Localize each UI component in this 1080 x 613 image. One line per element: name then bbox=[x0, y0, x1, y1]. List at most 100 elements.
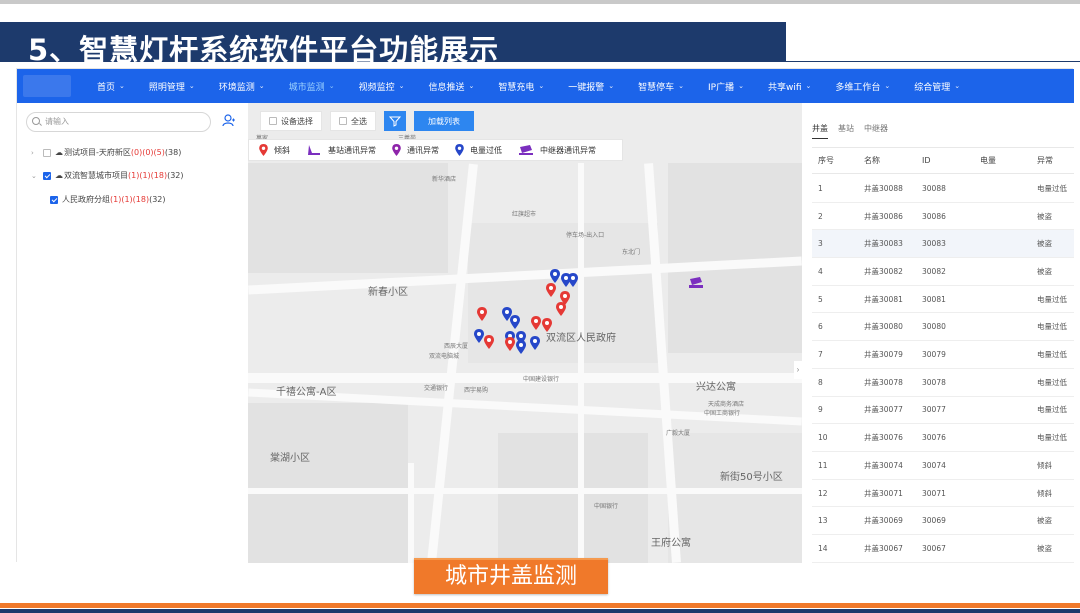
red-pin-icon[interactable] bbox=[531, 316, 541, 330]
table-row[interactable]: 6 井盖30080 30080 电量过低 bbox=[812, 314, 1074, 342]
checkbox[interactable] bbox=[43, 148, 51, 157]
tab-manhole[interactable]: 井盖 bbox=[812, 123, 828, 139]
checkbox-checked[interactable] bbox=[43, 171, 51, 180]
table-cell: 井盖30074 bbox=[864, 460, 903, 470]
table-row[interactable]: 10 井盖30076 30076 电量过低 bbox=[812, 424, 1074, 452]
tree-item-city-project[interactable]: ⌄ ☁ 双流智慧城市项目 (1)(1)(18) (32) bbox=[31, 170, 184, 181]
blue-pin-icon[interactable] bbox=[474, 329, 484, 343]
nav-workbench[interactable]: 多维工作台 ⌄ bbox=[823, 69, 902, 103]
caret-right-icon[interactable]: › bbox=[31, 149, 37, 157]
table-cell: 13 bbox=[818, 516, 828, 526]
table-cell: 30067 bbox=[922, 543, 946, 553]
blue-pin-icon bbox=[455, 144, 464, 156]
table-row[interactable]: 2 井盖30086 30086 被盗 bbox=[812, 203, 1074, 231]
map-block bbox=[498, 433, 648, 563]
table-cell: 1 bbox=[818, 183, 823, 193]
nav-city-monitor[interactable]: 城市监测 ⌄ bbox=[277, 69, 347, 103]
tree-item-test-project[interactable]: › ☁ 测试项目-天府新区 (0)(0)(5) (38) bbox=[31, 147, 181, 158]
nav-wifi[interactable]: 共享wifi ⌄ bbox=[756, 69, 823, 103]
blue-pin-icon[interactable] bbox=[516, 340, 526, 354]
table-cell: 30078 bbox=[922, 377, 946, 387]
nav-alarm[interactable]: 一键报警 ⌄ bbox=[556, 69, 626, 103]
nav-ip-broadcast[interactable]: IP广播 ⌄ bbox=[696, 69, 756, 103]
nav-video[interactable]: 视频监控 ⌄ bbox=[347, 69, 417, 103]
column-header: ID bbox=[922, 156, 931, 165]
slide: 5、智慧灯杆系统软件平台功能展示 首页 ⌄ 照明管理 ⌄ 环境监测 ⌄ 城市监测 ⌄ 视… bbox=[0, 0, 1080, 613]
table-cell: 5 bbox=[818, 294, 823, 304]
table-cell: 倾斜 bbox=[1037, 488, 1052, 498]
repeater-icon[interactable] bbox=[688, 275, 704, 289]
table-cell: 井盖30082 bbox=[864, 266, 903, 276]
checkbox-checked[interactable] bbox=[50, 195, 58, 204]
load-list-button[interactable]: 加载列表 bbox=[414, 111, 474, 131]
table-row[interactable]: 5 井盖30081 30081 电量过低 bbox=[812, 286, 1074, 314]
tree-item-govt-group[interactable]: 人民政府分组 (1)(1)(18) (32) bbox=[50, 194, 166, 205]
column-header: 序号 bbox=[818, 156, 834, 165]
search-input[interactable]: 请输入 bbox=[26, 112, 211, 132]
table-row[interactable]: 11 井盖30074 30074 倾斜 bbox=[812, 452, 1074, 480]
table-cell: 7 bbox=[818, 350, 823, 360]
map-label: 王府公寓 bbox=[651, 538, 691, 549]
table-cell: 30076 bbox=[922, 433, 946, 443]
table-row[interactable]: 7 井盖30079 30079 电量过低 bbox=[812, 341, 1074, 369]
nav-admin[interactable]: 综合管理 ⌄ bbox=[902, 69, 972, 103]
slide-title: 5、智慧灯杆系统软件平台功能展示 bbox=[28, 33, 500, 67]
red-pin-icon[interactable] bbox=[484, 335, 494, 349]
map-label: 双流电脑城 bbox=[429, 353, 460, 360]
nav-lighting[interactable]: 照明管理 ⌄ bbox=[137, 69, 207, 103]
table-row[interactable]: 14 井盖30067 30067 被盗 bbox=[812, 535, 1074, 563]
table-cell: 11 bbox=[818, 460, 828, 470]
caret-down-icon[interactable]: ⌄ bbox=[31, 172, 37, 180]
blue-pin-icon[interactable] bbox=[530, 336, 540, 350]
cloud-icon: ☁ bbox=[55, 148, 63, 157]
red-pin-icon[interactable] bbox=[477, 307, 487, 321]
table-cell: 3 bbox=[818, 239, 823, 249]
table-row[interactable]: 1 井盖30088 30088 电量过低 bbox=[812, 175, 1074, 203]
chevron-down-icon: ⌄ bbox=[805, 82, 812, 90]
tab-base-station[interactable]: 基站 bbox=[838, 123, 854, 139]
red-pin-icon[interactable] bbox=[505, 337, 515, 351]
red-pin-icon[interactable] bbox=[556, 302, 566, 316]
collapse-panel-arrow[interactable]: › bbox=[794, 361, 802, 379]
user-locate-icon[interactable] bbox=[222, 114, 236, 128]
nav-info-push[interactable]: 信息推送 ⌄ bbox=[416, 69, 486, 103]
table-cell: 4 bbox=[818, 266, 823, 276]
table-cell: 井盖30088 bbox=[864, 183, 903, 193]
map-road bbox=[578, 163, 584, 563]
red-pin-icon[interactable] bbox=[542, 318, 552, 332]
map-label: 东北门 bbox=[622, 249, 641, 256]
map-view[interactable]: 萬家 三義苑 红旗超市 停车场-出入口 东北门 新春小区 双流区人民政府 西辰大… bbox=[248, 103, 802, 563]
red-pin-icon[interactable] bbox=[546, 283, 556, 297]
nav-environment[interactable]: 环境监测 ⌄ bbox=[207, 69, 277, 103]
table-row[interactable]: 13 井盖30069 30069 被盗 bbox=[812, 507, 1074, 536]
table-cell: 30081 bbox=[922, 294, 946, 304]
blue-pin-icon[interactable] bbox=[568, 273, 578, 287]
tab-repeater[interactable]: 中继器 bbox=[864, 123, 888, 139]
column-header: 名称 bbox=[864, 156, 880, 165]
table-row[interactable]: 8 井盖30078 30078 电量过低 bbox=[812, 369, 1074, 397]
table-row[interactable]: 3 井盖30083 30083 被盗 bbox=[812, 230, 1074, 259]
table-cell: 30083 bbox=[922, 239, 946, 249]
chevron-down-icon: ⌄ bbox=[884, 82, 891, 90]
red-pin-icon bbox=[259, 144, 268, 156]
device-select-toggle[interactable]: 设备选择 bbox=[260, 111, 322, 131]
map-label: 新街50号小区 bbox=[720, 472, 783, 483]
table-row[interactable]: 12 井盖30071 30071 倾斜 bbox=[812, 480, 1074, 508]
table-row[interactable]: 4 井盖30082 30082 被盗 bbox=[812, 258, 1074, 286]
filter-icon[interactable] bbox=[384, 111, 406, 131]
blue-pin-icon[interactable] bbox=[510, 315, 520, 329]
select-all-toggle[interactable]: 全选 bbox=[330, 111, 376, 131]
checkbox[interactable] bbox=[339, 117, 347, 125]
checkbox[interactable] bbox=[269, 117, 277, 125]
chevron-down-icon: ⌄ bbox=[678, 82, 685, 90]
blue-pin-icon[interactable] bbox=[550, 269, 560, 283]
nav-charging[interactable]: 智慧充电 ⌄ bbox=[486, 69, 556, 103]
table-cell: 30079 bbox=[922, 350, 946, 360]
table-cell: 电量过低 bbox=[1037, 183, 1067, 193]
nav-parking[interactable]: 智慧停车 ⌄ bbox=[626, 69, 696, 103]
table-cell: 被盗 bbox=[1037, 211, 1052, 221]
nav-home[interactable]: 首页 ⌄ bbox=[85, 69, 137, 103]
column-header: 电量 bbox=[980, 156, 996, 165]
table-row[interactable]: 9 井盖30077 30077 电量过低 bbox=[812, 397, 1074, 425]
map-block bbox=[248, 163, 448, 273]
